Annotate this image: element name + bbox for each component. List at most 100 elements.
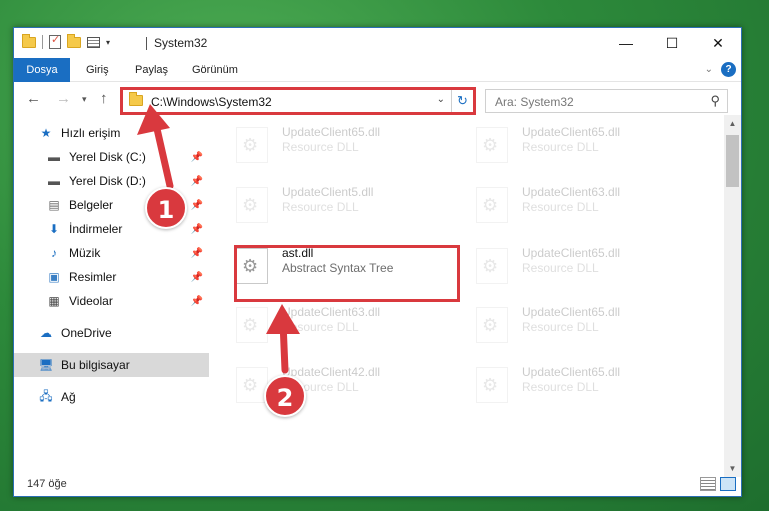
refresh-icon[interactable]: ↻ <box>451 90 473 112</box>
address-dropdown-chevron-icon[interactable]: ⌄ <box>437 94 445 105</box>
item-count: 147 öğe <box>27 478 67 490</box>
maximize-button[interactable]: ☐ <box>649 28 695 58</box>
window-controls: — ☐ ✕ <box>603 28 741 58</box>
file-tile[interactable]: UpdateClient5.dll Resource DLL <box>214 181 444 229</box>
address-folder-icon <box>129 92 143 109</box>
nav-item-quick-access[interactable]: ★ Hızlı erişim <box>14 121 209 145</box>
window-title: System32 <box>154 36 208 50</box>
pin-icon[interactable]: 📌 <box>191 296 203 307</box>
step-1-badge: 1 <box>145 187 187 229</box>
address-bar[interactable]: C:\Windows\System32 ⌄ ↻ <box>122 89 474 113</box>
nav-item-pictures[interactable]: ▣ Resimler 📌 <box>14 265 209 289</box>
properties-check-icon[interactable] <box>49 33 61 49</box>
tab-view[interactable]: Görünüm <box>192 58 238 82</box>
nav-item-local-disk-c[interactable]: ▬ Yerel Disk (C:) 📌 <box>14 145 209 169</box>
minimize-button[interactable]: — <box>603 28 649 58</box>
pin-icon[interactable]: 📌 <box>191 272 203 283</box>
address-path[interactable]: C:\Windows\System32 <box>151 95 272 109</box>
cloud-icon: ☁ <box>40 326 52 340</box>
customize-toolbar-chevron-icon[interactable]: ▾ <box>106 38 110 47</box>
title-divider <box>146 37 147 50</box>
nav-label: Videolar <box>69 294 113 308</box>
dll-file-icon <box>476 367 508 403</box>
file-explorer-window: ▾ System32 — ☐ ✕ Dosya Giriş Paylaş Görü… <box>13 27 742 497</box>
pin-icon[interactable]: 📌 <box>191 176 203 187</box>
dll-file-icon <box>476 187 508 223</box>
file-tile[interactable]: UpdateClient65.dll Resource DLL <box>454 242 684 290</box>
nav-item-local-disk-d[interactable]: ▬ Yerel Disk (D:) 📌 <box>14 169 209 193</box>
view-toggle <box>700 477 736 491</box>
search-icon[interactable]: ⚲ <box>710 93 720 109</box>
dll-file-icon <box>236 187 268 223</box>
scroll-up-icon[interactable]: ▲ <box>724 115 741 132</box>
tab-home[interactable]: Giriş <box>86 58 109 82</box>
vertical-scrollbar[interactable]: ▲ ▼ <box>724 115 741 477</box>
quick-access-toolbar: ▾ <box>22 33 110 49</box>
network-icon: 🖧 <box>39 388 53 403</box>
nav-item-onedrive[interactable]: ☁ OneDrive <box>14 321 209 345</box>
file-tile[interactable]: UpdateClient65.dll Resource DLL <box>454 301 684 349</box>
computer-icon: 🖥 <box>38 358 54 372</box>
up-arrow-icon[interactable]: ↑ <box>100 90 108 107</box>
navigation-pane: ★ Hızlı erişim ▬ Yerel Disk (C:) 📌 ▬ Yer… <box>14 121 209 471</box>
star-icon: ★ <box>40 126 52 140</box>
file-description: Resource DLL <box>282 140 359 154</box>
toolbar-divider <box>42 35 43 49</box>
help-icon[interactable]: ? <box>721 62 736 77</box>
tab-file[interactable]: Dosya <box>14 58 70 82</box>
file-description: Resource DLL <box>282 320 359 334</box>
nav-label: OneDrive <box>61 326 112 340</box>
details-view-icon[interactable] <box>700 477 716 491</box>
file-description: Abstract Syntax Tree <box>282 261 394 275</box>
nav-item-this-pc[interactable]: 🖥 Bu bilgisayar <box>14 353 209 377</box>
file-name: UpdateClient65.dll <box>522 125 621 139</box>
nav-item-music[interactable]: ♪ Müzik 📌 <box>14 241 209 265</box>
nav-item-videos[interactable]: ▦ Videolar 📌 <box>14 289 209 313</box>
file-name: UpdateClient63.dll <box>522 185 621 199</box>
step-2-badge: 2 <box>264 375 306 417</box>
back-arrow-icon[interactable]: ← <box>26 90 41 107</box>
file-name: UpdateClient63.dll <box>282 305 381 319</box>
nav-label: Müzik <box>69 246 101 260</box>
file-description: Resource DLL <box>522 261 599 275</box>
file-tile[interactable]: UpdateClient65.dll Resource DLL <box>214 121 444 169</box>
documents-icon: ▤ <box>48 198 60 212</box>
dll-file-icon <box>476 248 508 284</box>
video-icon: ▦ <box>48 294 60 308</box>
recent-locations-chevron-icon[interactable]: ▾ <box>82 94 87 105</box>
nav-label: Hızlı erişim <box>61 126 121 140</box>
pin-icon[interactable]: 📌 <box>191 224 203 235</box>
nav-label: Yerel Disk (C:) <box>69 150 146 164</box>
status-bar: 147 öğe <box>14 474 741 496</box>
nav-item-network[interactable]: 🖧 Ağ <box>14 385 209 409</box>
file-tile[interactable]: UpdateClient65.dll Resource DLL <box>454 361 684 409</box>
file-tile[interactable]: UpdateClient42.dll Resource DLL <box>214 361 444 409</box>
nav-label: Ağ <box>61 390 76 404</box>
scroll-thumb[interactable] <box>726 135 739 187</box>
file-tile[interactable]: UpdateClient63.dll Resource DLL <box>454 181 684 229</box>
file-description: Resource DLL <box>522 200 599 214</box>
file-tile-ast-dll[interactable]: ast.dll Abstract Syntax Tree <box>214 242 444 290</box>
pin-icon[interactable]: 📌 <box>191 152 203 163</box>
file-name: ast.dll <box>282 246 314 260</box>
file-description: Resource DLL <box>522 380 599 394</box>
pin-icon[interactable]: 📌 <box>191 248 203 259</box>
properties-icon[interactable] <box>87 36 100 48</box>
nav-label: Yerel Disk (D:) <box>69 174 146 188</box>
new-folder-icon[interactable] <box>67 33 81 48</box>
pin-icon[interactable]: 📌 <box>191 200 203 211</box>
expand-ribbon-chevron-icon[interactable]: ⌄ <box>705 64 713 75</box>
dll-file-icon <box>236 127 268 163</box>
music-icon: ♪ <box>51 246 57 260</box>
forward-arrow-icon[interactable]: → <box>56 90 71 107</box>
file-description: Resource DLL <box>522 320 599 334</box>
file-name: UpdateClient65.dll <box>522 365 621 379</box>
close-button[interactable]: ✕ <box>695 28 741 58</box>
drive-icon: ▬ <box>48 174 60 188</box>
file-tile[interactable]: UpdateClient63.dll Resource DLL <box>214 301 444 349</box>
file-tile[interactable]: UpdateClient65.dll Resource DLL <box>454 121 684 169</box>
search-box[interactable]: Ara: System32 ⚲ <box>485 89 728 113</box>
file-name: UpdateClient65.dll <box>282 125 381 139</box>
tab-share[interactable]: Paylaş <box>135 58 168 82</box>
tiles-view-icon[interactable] <box>720 477 736 491</box>
